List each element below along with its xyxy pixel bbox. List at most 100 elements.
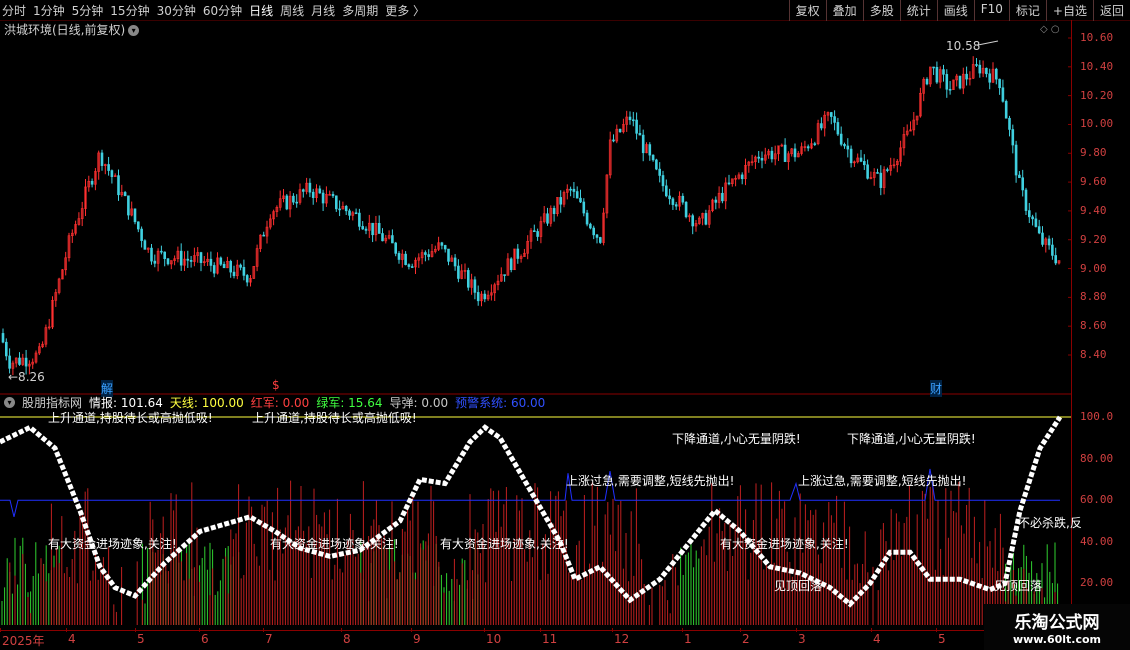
toolbar-button-3[interactable]: 统计 bbox=[899, 0, 937, 21]
marker-dollar[interactable]: $ bbox=[272, 378, 280, 392]
candle-body bbox=[166, 258, 170, 265]
high-arrow bbox=[977, 40, 999, 46]
signal-annotation: 有大资金进场迹象,关注! bbox=[270, 537, 399, 551]
candle-body bbox=[219, 257, 223, 265]
price-tick: 9.20 bbox=[1080, 232, 1107, 246]
period-tab-7[interactable]: 周线 bbox=[280, 2, 304, 19]
candle-body bbox=[453, 257, 457, 267]
date-tick-mark bbox=[263, 628, 264, 632]
candle-body bbox=[579, 197, 582, 203]
price-tick: 8.80 bbox=[1080, 290, 1107, 304]
candle-body bbox=[965, 73, 968, 80]
candle-body bbox=[582, 201, 586, 214]
period-tab-5[interactable]: 60分钟 bbox=[203, 2, 242, 19]
period-tab-10[interactable]: 更多 〉 bbox=[385, 2, 425, 19]
candle-body bbox=[127, 195, 130, 216]
candle-body bbox=[691, 215, 695, 227]
candle-body bbox=[18, 357, 21, 365]
candle-body bbox=[212, 265, 216, 274]
candle-body bbox=[457, 265, 460, 279]
candle-body bbox=[1047, 238, 1051, 246]
site-watermark: 乐淘公式网 www.60lt.com bbox=[984, 604, 1130, 650]
price-tick: 10.00 bbox=[1080, 117, 1114, 131]
candle-body bbox=[684, 201, 688, 218]
candle-body bbox=[308, 182, 312, 193]
date-tick: 3 bbox=[798, 632, 806, 646]
period-tab-3[interactable]: 15分钟 bbox=[110, 2, 149, 19]
candle-body bbox=[1054, 255, 1057, 264]
candle-body bbox=[740, 174, 744, 180]
toolbar-button-5[interactable]: F10 bbox=[973, 0, 1009, 21]
candle-body bbox=[635, 119, 638, 134]
candle-body bbox=[364, 228, 368, 231]
signal-annotation: 下降通道,小心无量阴跌! bbox=[672, 432, 801, 446]
signal-annotation: 见顶回落 bbox=[774, 579, 823, 593]
date-tick: 5 bbox=[938, 632, 946, 646]
candle-body bbox=[1008, 117, 1011, 130]
candle-body bbox=[945, 74, 949, 90]
toolbar-button-0[interactable]: 复权 bbox=[788, 0, 826, 21]
chevron-down-icon[interactable]: ▾ bbox=[4, 397, 15, 408]
candle-body bbox=[948, 88, 952, 91]
indicator-tick: 100.0 bbox=[1080, 410, 1114, 423]
candle-body bbox=[394, 242, 398, 254]
candle-body bbox=[932, 66, 935, 69]
date-tick: 12 bbox=[614, 632, 630, 646]
period-toolbar: 分时 1分钟 5分钟 15分钟 30分钟 60分钟 日线 周线 月线 多周期 更多 〉 复权 叠加 多股… bbox=[0, 0, 1130, 21]
date-tick: 6 bbox=[201, 632, 209, 646]
period-tab-9[interactable]: 多周期 bbox=[342, 2, 378, 19]
toolbar-button-6[interactable]: 标记 bbox=[1008, 0, 1046, 21]
candle-body bbox=[143, 240, 147, 250]
candle-body bbox=[839, 133, 843, 145]
candle-body bbox=[483, 293, 487, 300]
candle-body bbox=[671, 198, 675, 205]
candle-body bbox=[655, 159, 658, 170]
candle-body bbox=[222, 263, 226, 269]
candle-body bbox=[321, 192, 325, 204]
toolbar-button-7[interactable]: +自选 bbox=[1045, 0, 1093, 21]
date-tick: 1 bbox=[684, 632, 692, 646]
period-tab-4[interactable]: 30分钟 bbox=[157, 2, 196, 19]
period-tab-1[interactable]: 1分钟 bbox=[33, 2, 65, 19]
toolbar-button-8[interactable]: 返回 bbox=[1092, 0, 1130, 21]
candle-body bbox=[186, 258, 190, 261]
candle-body bbox=[836, 122, 840, 135]
candle-body bbox=[245, 275, 249, 283]
date-tick-mark bbox=[66, 628, 67, 632]
period-tab-2[interactable]: 5分钟 bbox=[72, 2, 104, 19]
toolbar-button-1[interactable]: 叠加 bbox=[825, 0, 863, 21]
candle-body bbox=[552, 208, 556, 214]
period-tab-8[interactable]: 月线 bbox=[311, 2, 335, 19]
candle-body bbox=[160, 250, 163, 253]
candle-body bbox=[407, 264, 411, 267]
period-tab-6[interactable]: 日线 bbox=[249, 2, 273, 19]
candle-body bbox=[509, 258, 513, 271]
candle-body bbox=[727, 182, 731, 185]
candle-body bbox=[1034, 218, 1038, 227]
indicator-tick: 40.00 bbox=[1080, 534, 1114, 548]
candle-body bbox=[1014, 144, 1018, 176]
date-tick: 11 bbox=[542, 632, 558, 646]
signal-annotation: 有大资金进场迹象,关注! bbox=[720, 537, 849, 551]
candle-body bbox=[5, 341, 8, 357]
candle-body bbox=[123, 192, 127, 197]
indicator-tick: 60.00 bbox=[1080, 493, 1114, 507]
toolbar-button-4[interactable]: 画线 bbox=[936, 0, 974, 21]
price-tick: 9.80 bbox=[1080, 146, 1107, 160]
date-tick-mark bbox=[484, 628, 485, 632]
signal-annotation: 上升通道,持股待长或高抛低吸! bbox=[252, 411, 417, 425]
candle-body bbox=[975, 64, 978, 66]
candle-body bbox=[1011, 129, 1015, 146]
candle-body bbox=[410, 266, 414, 268]
candle-body bbox=[1021, 177, 1025, 191]
candlestick-chart[interactable]: 10.58 ←8.26 bbox=[0, 20, 1072, 395]
candle-body bbox=[681, 195, 685, 203]
candle-body bbox=[100, 152, 104, 166]
candle-body bbox=[90, 180, 94, 185]
candle-body bbox=[978, 64, 982, 74]
candle-body bbox=[833, 116, 836, 123]
candle-body bbox=[572, 188, 576, 192]
price-tick: 9.60 bbox=[1080, 175, 1107, 189]
toolbar-button-2[interactable]: 多股 bbox=[862, 0, 900, 21]
period-tab-0[interactable]: 分时 bbox=[2, 2, 26, 19]
